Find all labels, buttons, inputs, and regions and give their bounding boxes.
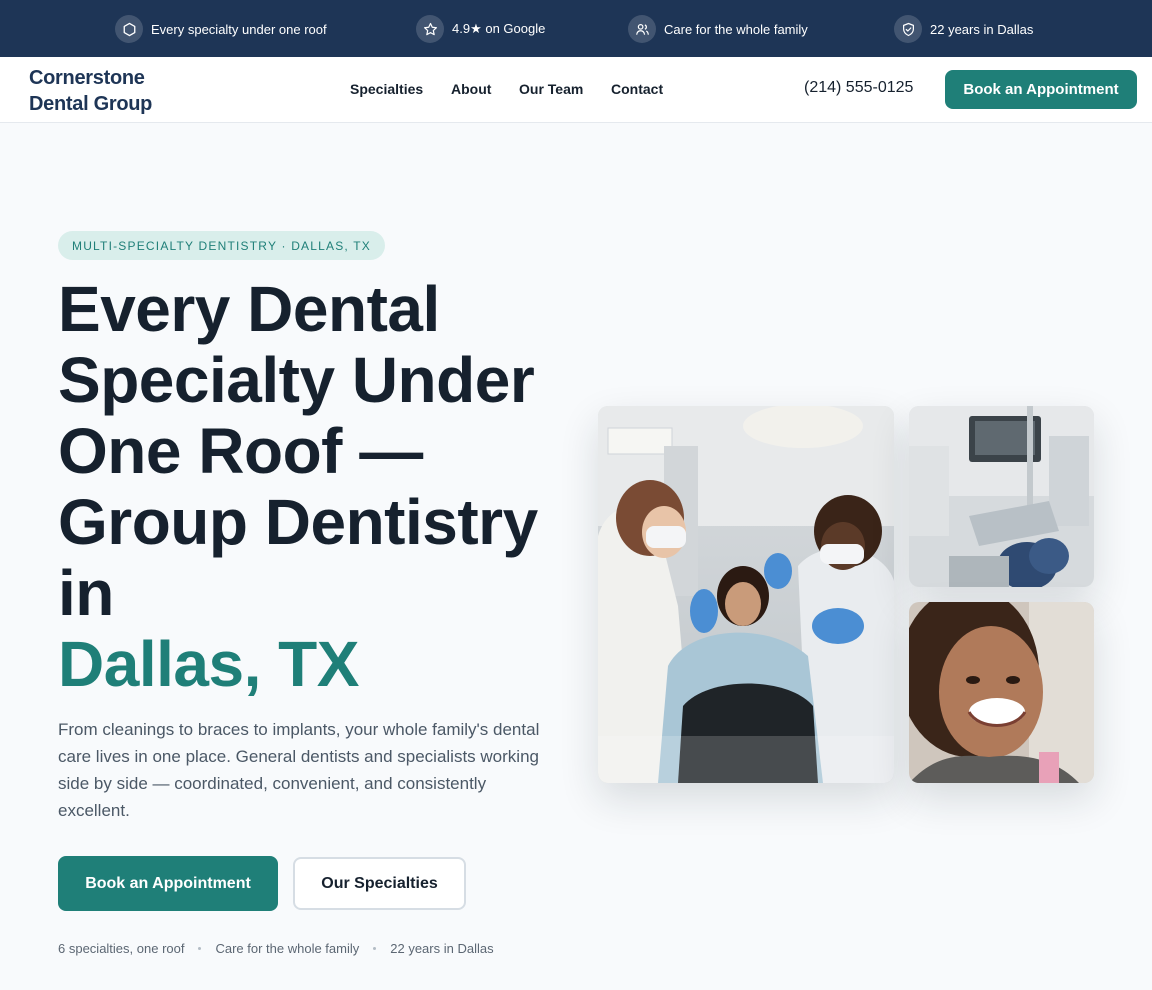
headline-main: Every Dental Specialty Under One Roof — … xyxy=(58,273,538,629)
topbar-item-rating: 4.9★ on Google xyxy=(416,13,545,45)
topbar-label: Every specialty under one roof xyxy=(151,21,327,37)
trust-item: 22 years in Dallas xyxy=(390,941,494,956)
nav-link-contact[interactable]: Contact xyxy=(611,81,663,97)
nav-book-appointment-button[interactable]: Book an Appointment xyxy=(945,70,1137,109)
hero-book-appointment-button[interactable]: Book an Appointment xyxy=(58,856,278,911)
topbar-label: Care for the whole family xyxy=(664,21,808,37)
star-icon xyxy=(416,15,444,43)
nav-link-our-team[interactable]: Our Team xyxy=(519,81,583,97)
topbar-label: 22 years in Dallas xyxy=(930,21,1034,37)
top-announcement-bar: Every specialty under one roof 4.9★ on G… xyxy=(0,0,1152,57)
trust-item: 6 specialties, one roof xyxy=(58,941,185,956)
site-logo[interactable]: Cornerstone Dental Group xyxy=(29,65,152,117)
logo-line-1: Cornerstone xyxy=(29,67,145,89)
topbar-item-family: Care for the whole family xyxy=(628,13,808,45)
phone-number-link[interactable]: (214) 555-0125 xyxy=(804,79,913,97)
separator-dot xyxy=(373,947,377,950)
main-navigation: Cornerstone Dental Group Specialties Abo… xyxy=(0,57,1152,123)
nav-link-specialties[interactable]: Specialties xyxy=(350,81,423,97)
headline-accent: Dallas, TX xyxy=(58,628,359,700)
users-icon xyxy=(628,15,656,43)
hero-our-specialties-button[interactable]: Our Specialties xyxy=(293,857,466,910)
separator-dot xyxy=(198,947,202,950)
hexagon-icon xyxy=(115,15,143,43)
nav-link-about[interactable]: About xyxy=(451,81,491,97)
trust-item: Care for the whole family xyxy=(215,941,360,956)
photo-dentists-treating-patient xyxy=(598,406,894,783)
hero-headline: Every Dental Specialty Under One Roof — … xyxy=(58,274,578,700)
topbar-item-years: 22 years in Dallas xyxy=(894,13,1033,45)
photo-smiling-patient xyxy=(909,602,1094,783)
topbar-label: 4.9★ on Google xyxy=(452,21,546,36)
trust-strip: 6 specialties, one roof Care for the who… xyxy=(58,941,494,956)
hero-badge: MULTI-SPECIALTY DENTISTRY · DALLAS, TX xyxy=(58,231,386,260)
hero-description: From cleanings to braces to implants, yo… xyxy=(58,720,540,820)
photo-dental-chair-equipment xyxy=(909,406,1094,587)
shield-check-icon xyxy=(894,15,922,43)
topbar-item-specialties: Every specialty under one roof xyxy=(115,13,327,45)
logo-line-2: Dental Group xyxy=(29,93,153,115)
